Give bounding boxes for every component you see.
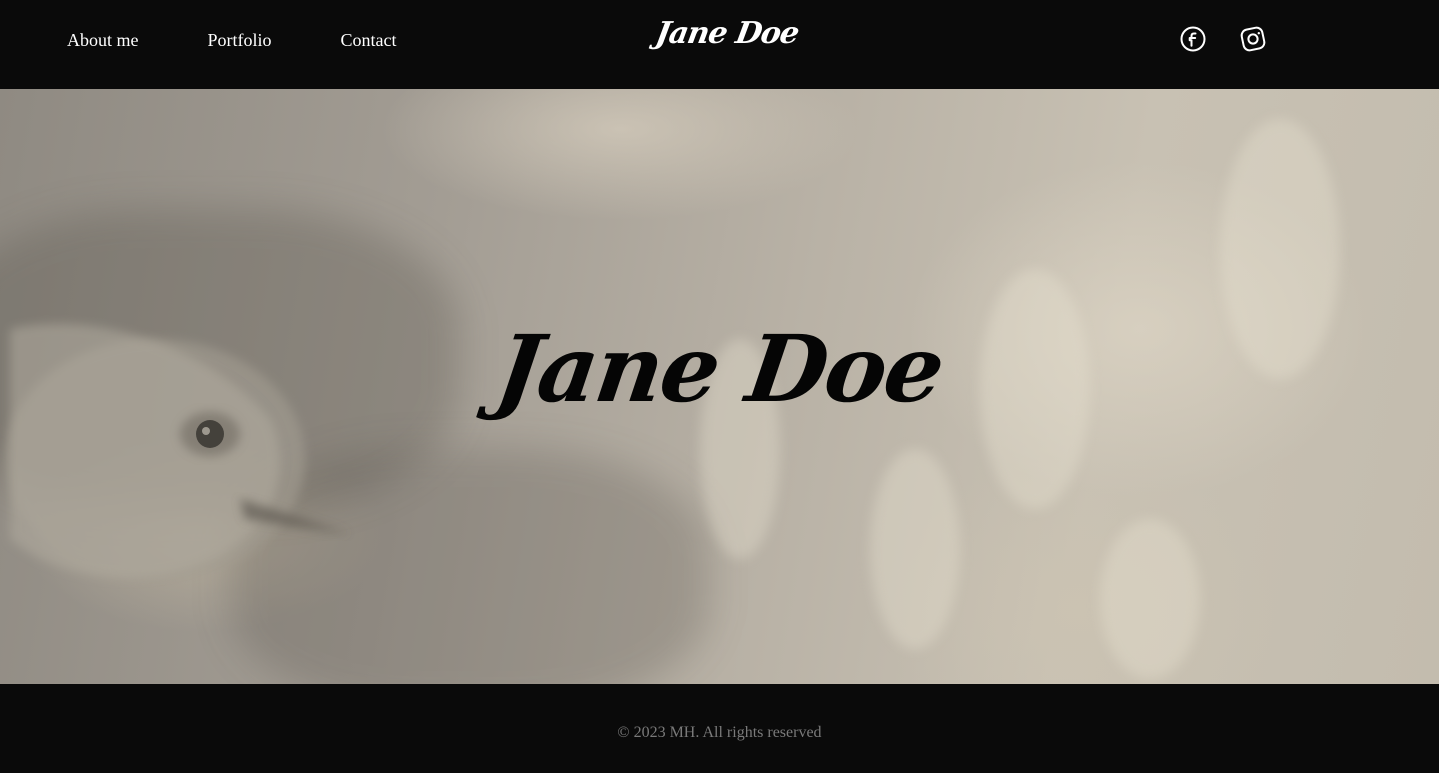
social-links (1180, 26, 1266, 52)
nav-about-link[interactable]: About me (67, 28, 139, 52)
facebook-icon[interactable] (1180, 26, 1206, 52)
hero-section: Jane Doe (0, 89, 1439, 684)
nav-contact-link[interactable]: Contact (341, 28, 397, 52)
instagram-icon[interactable] (1240, 26, 1266, 52)
hero-title: Jane Doe (489, 315, 950, 423)
site-footer: © 2023 MH. All rights reserved (0, 684, 1439, 773)
hero-bg-feather (1100, 519, 1200, 679)
main-nav: About me Portfolio Contact (67, 28, 397, 52)
site-logo[interactable]: Jane Doe (652, 14, 801, 54)
site-header: About me Portfolio Contact Jane Doe (0, 0, 1439, 89)
hero-bg-feather (870, 449, 960, 649)
nav-portfolio-link[interactable]: Portfolio (208, 28, 272, 52)
copyright-text: © 2023 MH. All rights reserved (617, 724, 822, 741)
